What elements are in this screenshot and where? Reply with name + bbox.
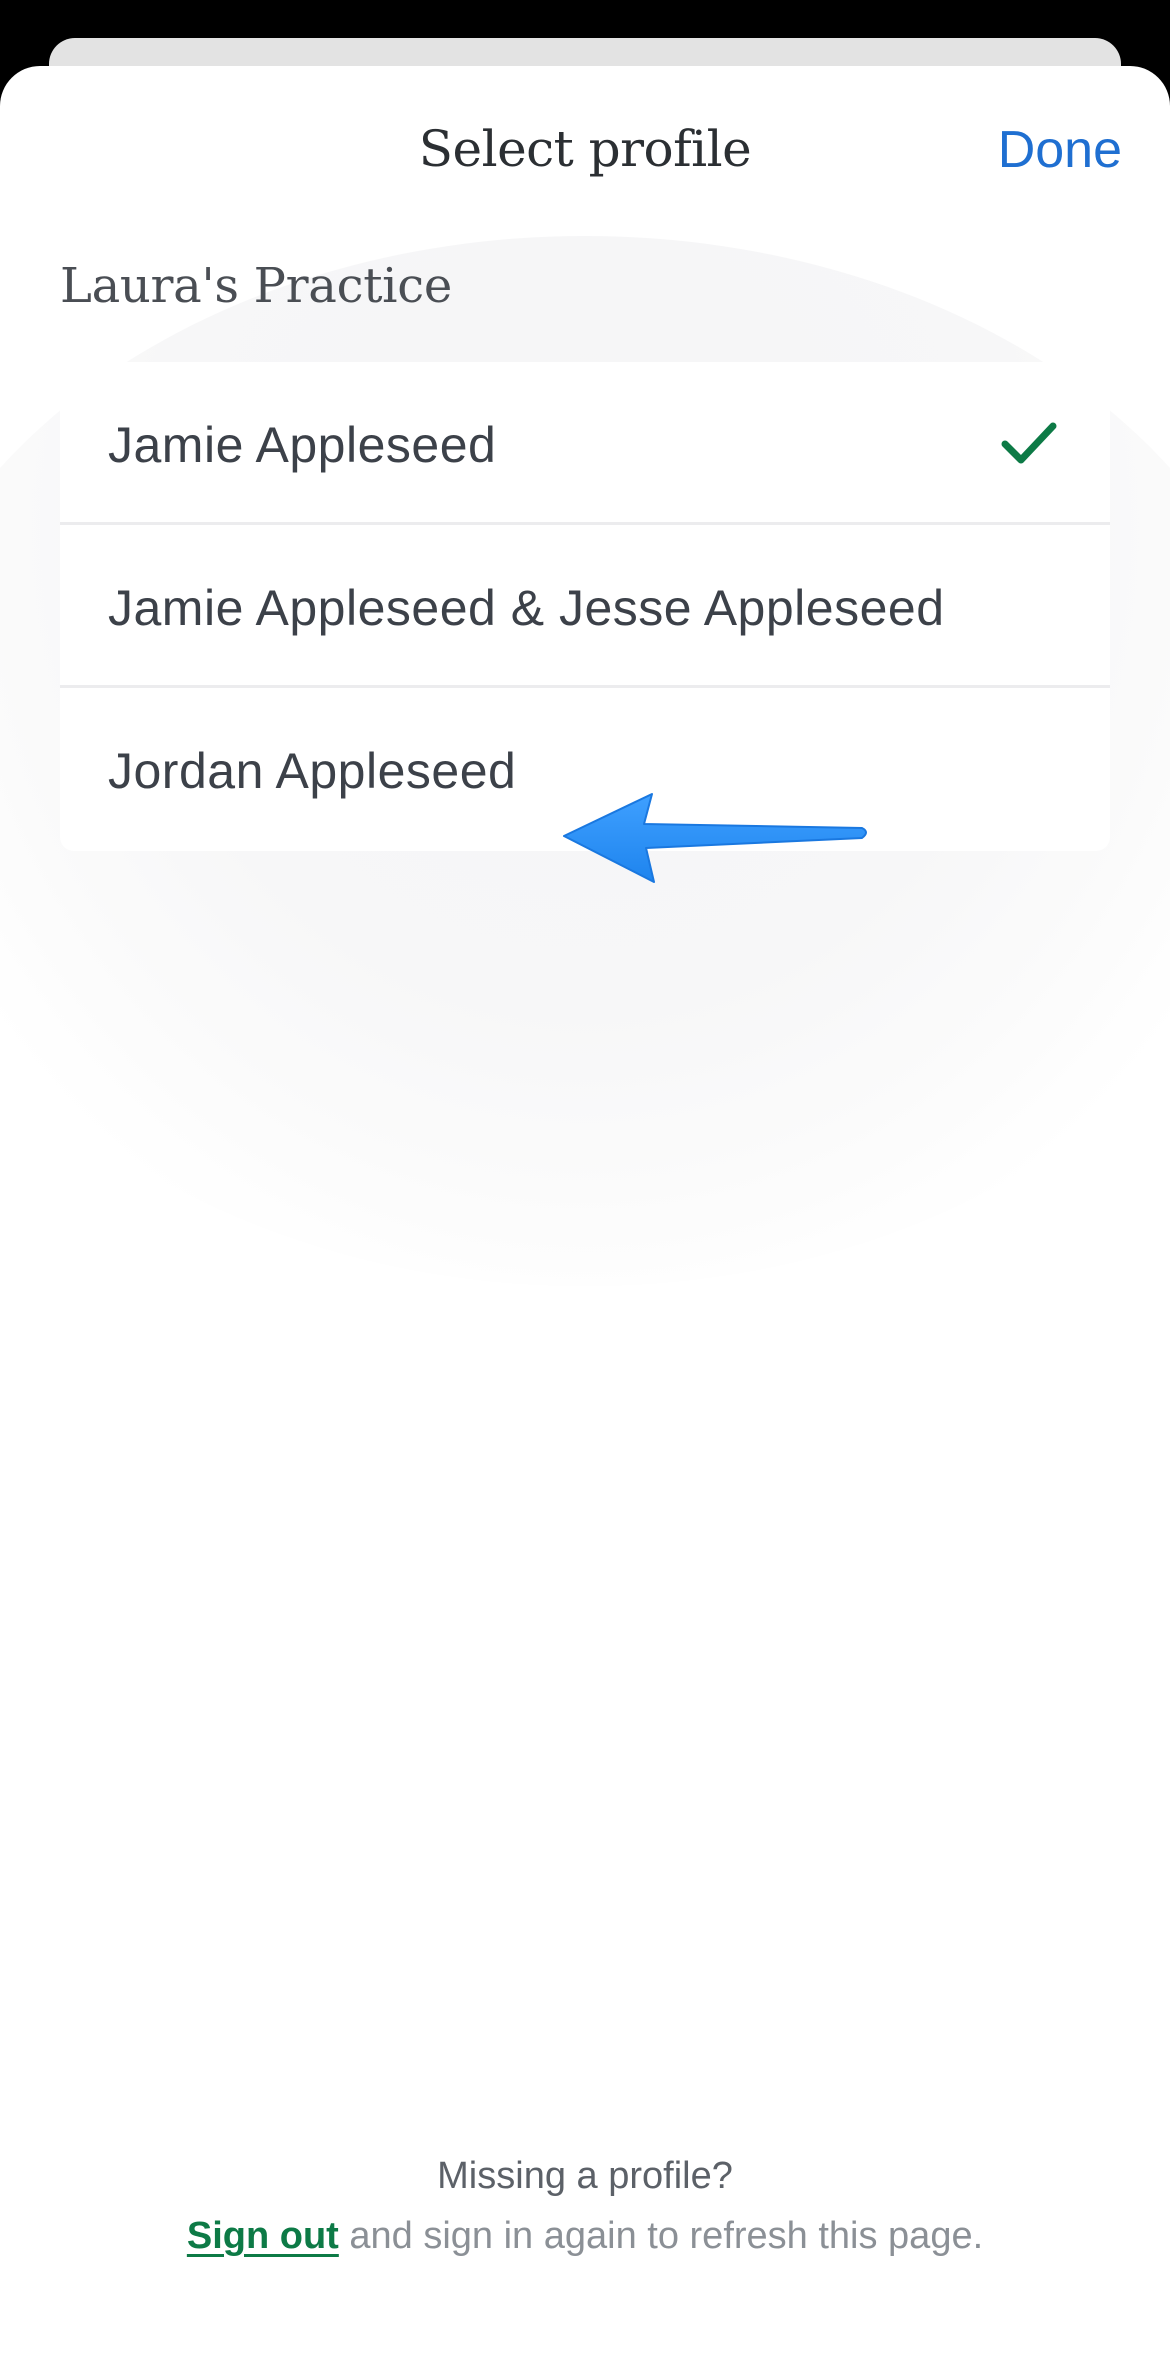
profile-name: Jamie Appleseed	[108, 417, 497, 473]
sheet-header: Select profile Done	[0, 66, 1170, 236]
profile-list: Jamie Appleseed Jamie Appleseed & Jesse …	[60, 362, 1110, 851]
arrow-annotation-icon	[563, 793, 867, 883]
missing-profile-text: Missing a profile?	[437, 2155, 733, 2197]
screen: Select profile Done Laura's Practice Jam…	[0, 0, 1170, 2360]
profile-row-jamie-jesse[interactable]: Jamie Appleseed & Jesse Appleseed	[60, 525, 1110, 688]
refresh-text: and sign in again to refresh this page.	[338, 2215, 984, 2257]
footer: Missing a profile? Sign out and sign in …	[0, 2146, 1170, 2266]
checkmark-icon	[1001, 422, 1057, 464]
profile-name: Jordan Appleseed	[108, 743, 517, 799]
practice-title: Laura's Practice	[60, 258, 452, 314]
profile-name: Jamie Appleseed & Jesse Appleseed	[108, 580, 945, 636]
page-title: Select profile	[418, 120, 752, 178]
profile-sheet: Select profile Done Laura's Practice Jam…	[0, 66, 1170, 2360]
refresh-instructions: Sign out and sign in again to refresh th…	[0, 2206, 1170, 2266]
profile-row-jamie[interactable]: Jamie Appleseed	[60, 362, 1110, 525]
sign-out-link[interactable]: Sign out	[187, 2215, 339, 2257]
done-button[interactable]: Done	[998, 120, 1122, 180]
